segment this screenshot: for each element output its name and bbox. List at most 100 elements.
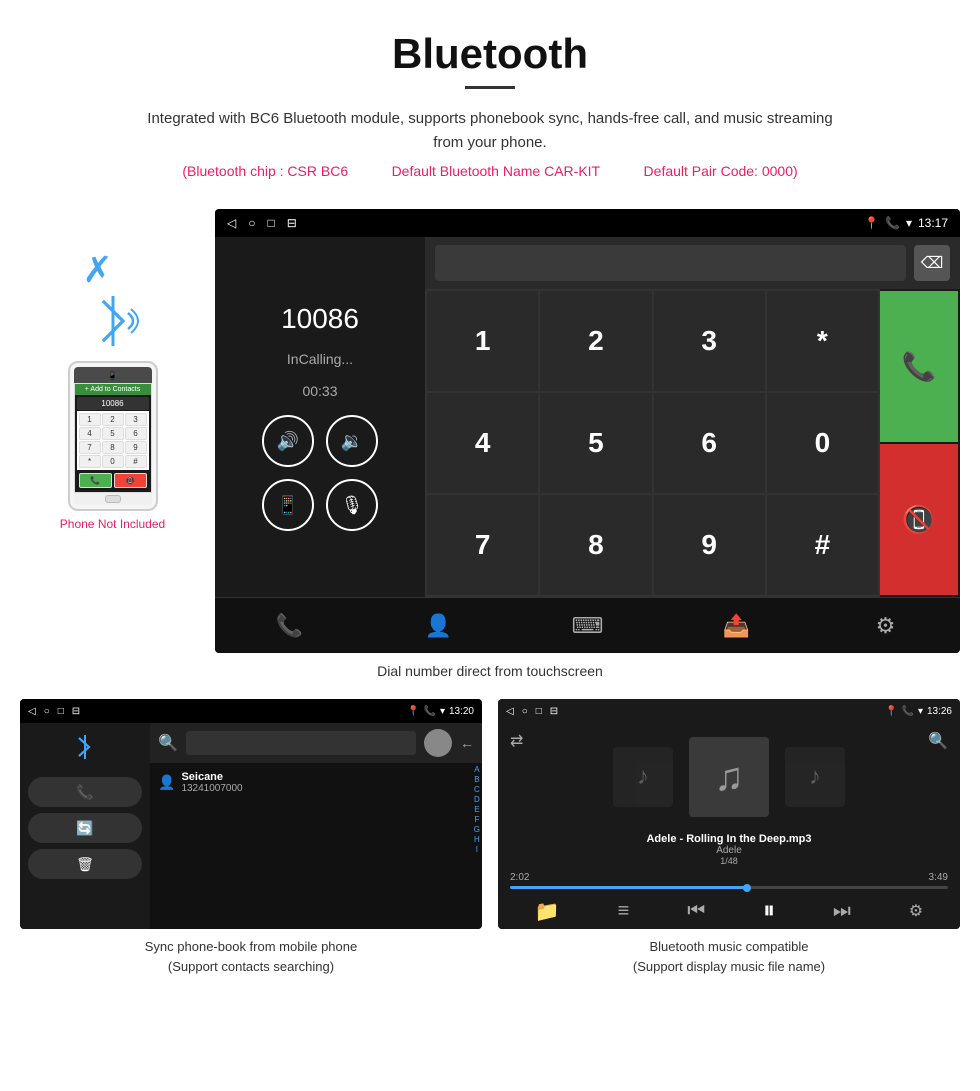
answer-button[interactable]: 📞 xyxy=(880,291,958,442)
pb-contact-item[interactable]: 👤 Seicane 13241007000 xyxy=(158,767,474,798)
pb-search-input[interactable] xyxy=(186,731,416,755)
nav-settings-icon[interactable]: ⚙ xyxy=(866,606,906,646)
nav-phone-icon[interactable]: 📞 xyxy=(270,606,310,646)
pb-nav-home[interactable]: ○ xyxy=(44,706,50,717)
alpha-B[interactable]: B xyxy=(474,775,479,784)
ms-nav-menu[interactable]: ⊟ xyxy=(550,706,558,717)
main-section: ✗ 📱 xyxy=(0,209,980,653)
pb-refresh-btn[interactable]: 🔄 xyxy=(28,813,142,843)
key-1[interactable]: 1 xyxy=(427,291,538,391)
dial-left: 10086 InCalling... 00:33 🔊 🔉 📱 🎙 xyxy=(215,237,425,597)
dial-status: InCalling... xyxy=(287,351,353,367)
pb-circle-indicator xyxy=(424,729,452,757)
end-icon: 📵 xyxy=(902,503,937,536)
alpha-E[interactable]: E xyxy=(474,805,479,814)
alpha-H[interactable]: H xyxy=(474,835,480,844)
music-screenshot: ◁ ○ □ ⊟ 📍 📞 ▾ 13:26 ⇄ 🔍 xyxy=(498,699,960,976)
music-prev-icon[interactable]: ⏮ xyxy=(687,900,705,923)
music-progress-area: 2:02 3:49 xyxy=(498,868,960,893)
pb-delete-btn[interactable]: 🗑 xyxy=(28,849,142,879)
music-controls: 📁 ≡ ⏮ ⏸ ⏭ ⚙ xyxy=(498,893,960,929)
pb-status-bar: ◁ ○ □ ⊟ 📍 📞 ▾ 13:20 xyxy=(20,699,482,723)
phone-bottom xyxy=(74,493,152,505)
nav-menu-icon[interactable]: ⊟ xyxy=(287,216,297,230)
spec-name: Default Bluetooth Name CAR-KIT xyxy=(392,163,601,179)
page-title: Bluetooth xyxy=(20,30,960,78)
alpha-D[interactable]: D xyxy=(474,795,480,804)
answer-icon: 📞 xyxy=(902,350,937,383)
dial-right: ⌫ 1 2 3 * 4 5 6 0 7 8 xyxy=(425,237,960,597)
music-progress-fill xyxy=(510,886,747,889)
key-star[interactable]: * xyxy=(767,291,878,391)
music-progress-bar[interactable] xyxy=(510,886,948,889)
pb-back-arrow[interactable]: ← xyxy=(460,735,474,751)
ms-nav-home[interactable]: ○ xyxy=(522,706,528,717)
nav-transfer-icon[interactable]: 📤 xyxy=(717,606,757,646)
volume-up-button[interactable]: 🔊 xyxy=(262,415,314,467)
page-header: Bluetooth Integrated with BC6 Bluetooth … xyxy=(0,0,980,209)
page-specs: (Bluetooth chip : CSR BC6 Default Blueto… xyxy=(20,163,960,179)
dial-input-field[interactable] xyxy=(435,245,906,281)
pb-search-icon: 🔍 xyxy=(158,733,178,753)
alpha-C[interactable]: C xyxy=(474,785,480,794)
nav-keypad-icon[interactable]: ⌨ xyxy=(568,606,608,646)
ms-nav-back[interactable]: ◁ xyxy=(506,706,514,717)
backspace-button[interactable]: ⌫ xyxy=(914,245,950,281)
pb-search-row: 🔍 ← xyxy=(150,723,482,763)
key-8[interactable]: 8 xyxy=(540,495,651,595)
phone-screen: + Add to Contacts 10086 123 456 789 *0# … xyxy=(74,383,152,493)
page-description: Integrated with BC6 Bluetooth module, su… xyxy=(140,107,840,155)
status-bar: ◁ ○ □ ⊟ 📍 📞 ▾ 13:17 xyxy=(215,209,960,237)
wifi-icon: ▾ xyxy=(906,216,912,230)
key-2[interactable]: 2 xyxy=(540,291,651,391)
mute-button[interactable]: 🎙 xyxy=(326,479,378,531)
transfer-button[interactable]: 📱 xyxy=(262,479,314,531)
alpha-A[interactable]: A xyxy=(474,765,479,774)
key-7[interactable]: 7 xyxy=(427,495,538,595)
ms-time: 13:26 xyxy=(927,706,952,717)
alpha-I[interactable]: I xyxy=(476,845,478,854)
music-eq-icon[interactable]: ⚙ xyxy=(909,901,923,921)
call-actions: 📞 📵 xyxy=(880,289,960,597)
dial-screen: 10086 InCalling... 00:33 🔊 🔉 📱 🎙 xyxy=(215,237,960,597)
search-music-icon[interactable]: 🔍 xyxy=(928,731,948,751)
music-status-bar: ◁ ○ □ ⊟ 📍 📞 ▾ 13:26 xyxy=(498,699,960,723)
music-play-icon[interactable]: ⏸ xyxy=(763,897,775,925)
phonebook-caption: Sync phone-book from mobile phone(Suppor… xyxy=(20,937,482,976)
music-playlist-icon[interactable]: ≡ xyxy=(618,900,630,923)
key-9[interactable]: 9 xyxy=(654,495,765,595)
spec-code: Default Pair Code: 0000) xyxy=(644,163,798,179)
nav-recents-icon[interactable]: □ xyxy=(267,216,274,230)
clock: 13:17 xyxy=(918,216,948,230)
pb-contact-list: 👤 Seicane 13241007000 A B C D xyxy=(150,763,482,929)
key-hash[interactable]: # xyxy=(767,495,878,595)
phone-top-bar: 📱 xyxy=(74,367,152,383)
end-button[interactable]: 📵 xyxy=(880,444,958,595)
status-right: 📍 📞 ▾ 13:17 xyxy=(864,216,948,230)
pb-contact-number: 13241007000 xyxy=(181,783,242,794)
nav-back-icon[interactable]: ◁ xyxy=(227,216,236,230)
pb-contact-icon: 👤 xyxy=(158,774,175,791)
pb-nav-back[interactable]: ◁ xyxy=(28,706,36,717)
music-folder-icon[interactable]: 📁 xyxy=(535,899,560,924)
volume-down-button[interactable]: 🔉 xyxy=(326,415,378,467)
pb-nav-recents[interactable]: □ xyxy=(58,706,64,717)
key-6[interactable]: 6 xyxy=(654,393,765,493)
nav-home-icon[interactable]: ○ xyxy=(248,216,255,230)
ms-nav-recents[interactable]: □ xyxy=(536,706,542,717)
key-3[interactable]: 3 xyxy=(654,291,765,391)
key-4[interactable]: 4 xyxy=(427,393,538,493)
shuffle-icon[interactable]: ⇄ xyxy=(510,731,523,751)
album-art-right: ♪ xyxy=(785,747,845,807)
music-next-icon[interactable]: ⏭ xyxy=(833,900,851,923)
album-art-left: ♪ xyxy=(613,747,673,807)
key-0[interactable]: 0 xyxy=(767,393,878,493)
pb-call-btn[interactable]: 📞 xyxy=(28,777,142,807)
bluetooth-icon-area: ✗ xyxy=(83,249,143,351)
alpha-G[interactable]: G xyxy=(474,825,480,834)
pb-nav-menu[interactable]: ⊟ xyxy=(72,706,80,717)
key-5[interactable]: 5 xyxy=(540,393,651,493)
pb-wifi-icon: ▾ xyxy=(440,706,445,717)
nav-contacts-icon[interactable]: 👤 xyxy=(419,606,459,646)
alpha-F[interactable]: F xyxy=(474,815,479,824)
